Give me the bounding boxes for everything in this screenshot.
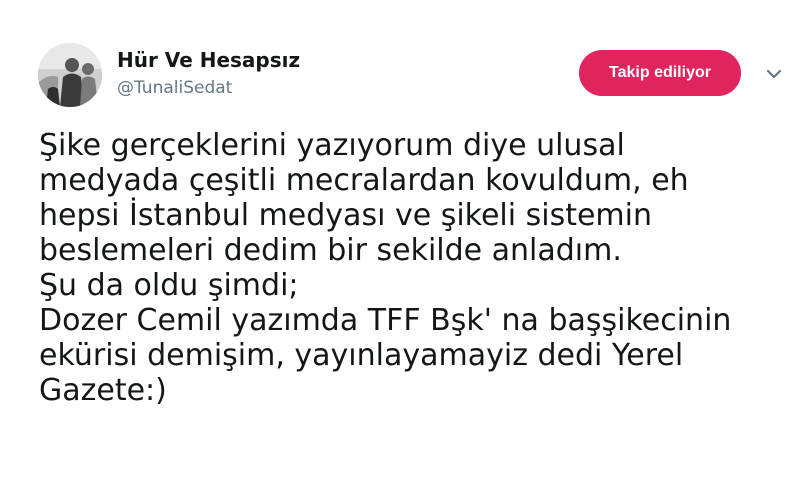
tweet-text: Şike gerçeklerini yazıyorum diye ulusal … — [39, 128, 732, 408]
tweet: Hür Ve Hesapsız @TunaliSedat Takip edili… — [0, 0, 796, 480]
author-display-name[interactable]: Hür Ve Hesapsız — [117, 48, 300, 72]
chevron-down-icon[interactable] — [764, 66, 784, 82]
avatar[interactable] — [38, 43, 102, 107]
following-button[interactable]: Takip ediliyor — [579, 50, 741, 96]
avatar-image — [38, 43, 102, 107]
author-handle[interactable]: @TunaliSedat — [117, 78, 232, 98]
